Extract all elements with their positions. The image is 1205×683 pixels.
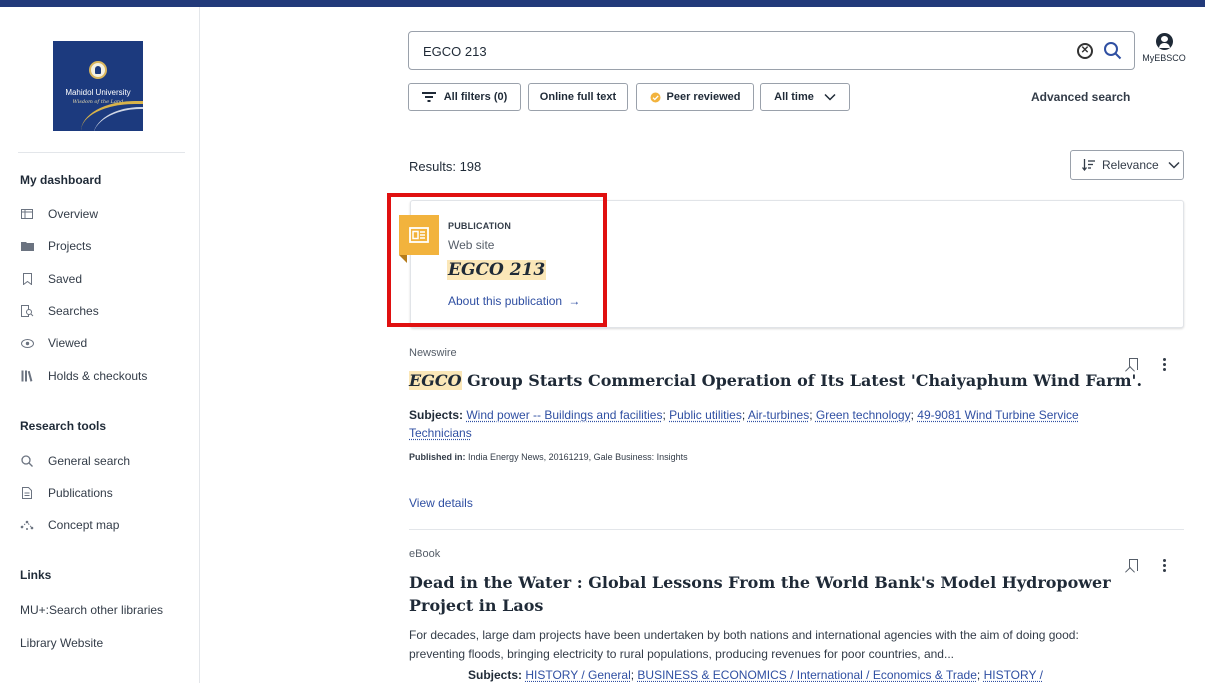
subject-link[interactable]: Public utilities (669, 408, 742, 422)
search-bar: ✕ (408, 31, 1135, 70)
result-title[interactable]: Dead in the Water : Global Lessons From … (409, 571, 1119, 617)
sidebar-item-overview[interactable]: Overview (20, 204, 98, 224)
search-history-icon (20, 304, 34, 318)
all-filters-label: All filters (0) (443, 91, 508, 103)
sidebar-divider (18, 152, 185, 153)
search-icon (20, 454, 34, 468)
published-value: India Energy News, 20161219, Gale Busine… (468, 452, 688, 462)
view-details-link[interactable]: View details (409, 496, 473, 510)
sidebar-item-label: General search (48, 454, 131, 468)
sidebar-item-label: Searches (48, 304, 99, 318)
myebsco-label: MyEBSCO (1142, 53, 1186, 63)
sidebar-item-holds-checkouts[interactable]: Holds & checkouts (20, 366, 147, 386)
subjects-label: Subjects: (468, 668, 523, 682)
top-brand-bar (0, 0, 1205, 7)
subject-link[interactable]: HISTORY / General (525, 668, 630, 682)
close-icon: ✕ (1080, 45, 1090, 56)
sidebar-item-searches[interactable]: Searches (20, 301, 99, 321)
sidebar-item-label: Concept map (48, 518, 120, 532)
subject-link[interactable]: BUSINESS & ECONOMICS / International / E… (637, 668, 976, 682)
chevron-down-icon (1168, 161, 1180, 169)
overview-icon (20, 207, 34, 221)
sort-label: Relevance (1102, 158, 1159, 172)
more-options-icon[interactable] (1163, 358, 1167, 372)
more-options-icon[interactable] (1163, 559, 1167, 573)
university-logo[interactable]: Mahidol University Wisdom of the Land (53, 41, 143, 131)
sidebar-item-viewed[interactable]: Viewed (20, 333, 87, 353)
filter-icon (421, 92, 436, 102)
subject-link[interactable]: Green technology (816, 408, 911, 422)
bookmark-icon[interactable] (1129, 559, 1138, 571)
results-count: Results: 198 (409, 159, 482, 174)
date-range-dropdown[interactable]: All time (760, 83, 850, 111)
sidebar-item-label: Holds & checkouts (48, 369, 148, 383)
subject-link[interactable]: Air-turbines (748, 408, 809, 422)
sidebar-item-saved[interactable]: Saved (20, 269, 82, 289)
sidebar-item-concept-map[interactable]: Concept map (20, 515, 119, 535)
sidebar-item-label: Projects (48, 239, 92, 253)
sidebar-item-general-search[interactable]: General search (20, 451, 130, 471)
sidebar-item-label: Viewed (48, 336, 88, 350)
sidebar-item-projects[interactable]: Projects (20, 236, 91, 256)
subjects-label: Subjects: (409, 408, 464, 422)
peer-reviewed-filter[interactable]: Peer reviewed (636, 83, 754, 111)
result-abstract: For decades, large dam projects have bee… (409, 628, 1079, 661)
result-subjects: Subjects: Wind power -- Buildings and fa… (409, 408, 1079, 440)
peer-reviewed-check-icon (650, 92, 660, 102)
sidebar-item-label: Overview (48, 207, 99, 221)
annotation-highlight-box (387, 193, 607, 327)
result-title-highlight: EGCO (409, 371, 462, 390)
sidebar-section-dashboard: My dashboard (20, 173, 102, 187)
result-type: eBook (409, 548, 441, 560)
sort-icon (1082, 159, 1095, 171)
eye-icon (20, 336, 34, 350)
result-title-rest: Group Starts Commercial Operation of Its… (461, 371, 1143, 390)
result-separator (409, 529, 1184, 530)
peer-reviewed-label: Peer reviewed (666, 91, 741, 103)
bookmark-icon[interactable] (1129, 358, 1138, 370)
folder-icon (20, 239, 34, 253)
sidebar-link-mu-search[interactable]: MU+:Search other libraries (20, 603, 163, 617)
sidebar-section-links: Links (20, 568, 52, 582)
search-button[interactable] (1103, 40, 1123, 62)
books-icon (20, 369, 34, 383)
account-icon (1155, 33, 1173, 50)
logo-name: Mahidol University (65, 88, 131, 97)
search-icon (1104, 42, 1122, 60)
sidebar-item-label: Saved (48, 272, 83, 286)
all-filters-button[interactable]: All filters (0) (408, 83, 521, 111)
university-seal-icon (89, 61, 107, 79)
advanced-search-link[interactable]: Advanced search (1031, 90, 1130, 104)
date-range-label: All time (774, 91, 814, 103)
subject-link[interactable]: Wind power -- Buildings and facilities (466, 408, 662, 422)
search-input[interactable] (423, 41, 1063, 61)
myebsco-account-button[interactable]: MyEBSCO (1138, 31, 1190, 71)
bookmark-icon (20, 272, 34, 286)
result-subjects: Subjects: HISTORY / General; BUSINESS & … (468, 668, 1043, 682)
online-full-text-label: Online full text (539, 91, 617, 103)
sidebar-item-publications[interactable]: Publications (20, 483, 113, 503)
document-icon (20, 486, 34, 500)
concept-map-icon (20, 518, 34, 532)
published-in: Published in: India Energy News, 2016121… (409, 452, 688, 462)
sidebar-link-library-website[interactable]: Library Website (20, 636, 103, 650)
sort-dropdown[interactable]: Relevance (1070, 150, 1184, 180)
sidebar-item-label: Publications (48, 486, 113, 500)
online-full-text-filter[interactable]: Online full text (528, 83, 628, 111)
sidebar-section-research-tools: Research tools (20, 419, 107, 433)
chevron-down-icon (824, 93, 836, 101)
result-type: Newswire (409, 347, 457, 359)
subject-link[interactable]: HISTORY / (984, 668, 1043, 682)
sidebar: Mahidol University Wisdom of the Land My… (0, 7, 200, 683)
result-title[interactable]: EGCO Group Starts Commercial Operation o… (409, 369, 1142, 392)
clear-search-button[interactable]: ✕ (1077, 43, 1093, 59)
published-label: Published in: (409, 452, 466, 462)
